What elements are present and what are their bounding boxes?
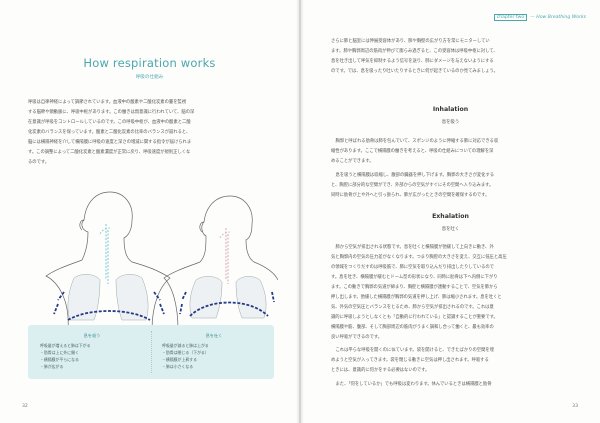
exhalation-title: Exhalation (432, 213, 469, 220)
body-line: めることができます。 (331, 159, 374, 164)
caption-panel: 息を吸う 呼吸量が増えると肺は下がる ・肋骨は上に外に開く ・横隔膜が平らになる… (28, 325, 274, 379)
caption-item: ・肺は小さくなる (162, 364, 194, 369)
chapter-tag: chapter two — How Breathing Works (493, 14, 586, 21)
body-line: ます。この動きで胸郭の気道が締まり、胸腔と横隔膜が連動することで、空気を肺から (331, 285, 498, 290)
right-page: chapter two — How Breathing Works さらに肺と脳室… (301, 0, 600, 423)
page-number: 33 (572, 404, 578, 409)
caption-item: ・横隔膜が平らになる (40, 357, 79, 362)
chapter-title: — How Breathing Works (530, 15, 586, 20)
inhale-caption-title: 息を吸う (83, 333, 101, 338)
caption-item: 呼吸量が減ると肺は上がる (162, 343, 209, 348)
body-line: す。息を吐き、横隔膜が緩むとドーム型の形状になり、同時に肋骨は下へ内側に下がり (331, 275, 498, 280)
exhale-lungs (179, 228, 275, 319)
body-line: 良い呼吸ができるのです。 (331, 335, 383, 340)
body-line: の領域をつくりだすのは呼吸筋で、肺に空気を取り込んだり排出したりしているので (331, 265, 494, 270)
inhale-lungs (53, 224, 165, 321)
inhale-figure (45, 191, 171, 330)
body-line: 縮性があります。ここで横隔膜の働きを考えると、呼吸の仕組みについての理解を深 (331, 149, 494, 154)
caption-item: ・肋骨は上に外に開く (40, 350, 79, 355)
left-page: How respiration works 呼吸の仕組み 呼吸は自律神経によって… (0, 0, 299, 423)
body-line: 同時に肋骨が上や外へと引っ張られ、肺が広がったときの空間を確保するのです。 (331, 193, 490, 198)
inhalation-subtitle: 息を吸う (441, 120, 460, 125)
intro-line: する脳幹や頸動脈に、呼吸中枢があります。この働きは無意識に行われていて、脳の深 (28, 110, 195, 115)
body-line: これは平らな呼吸を開くのに似ています。袋を開けると、できたばかりの空間を埋 (335, 348, 494, 353)
caption-item: ・肋骨は閉じる（下がる） (162, 350, 209, 355)
body-line: と、胸腔に部分的な空間ができ、外部からの空気がすぐにその空間へ入り込みます。 (331, 183, 494, 188)
page-subheading: 呼吸の仕組み (135, 75, 164, 80)
intro-line: 脳には横隔神経を介して横隔膜に呼吸の速度と深さの増減に関する指令が届けられま (28, 140, 192, 145)
breathing-illustration (45, 191, 278, 330)
body-line: 押し出します。弛緩した横隔膜が胸郭の気道を押し上げ、肺は縮小されます。息を吐くと (331, 295, 502, 300)
caption-item: 呼吸量が増えると肺は下がる (40, 343, 91, 348)
body-line: 胸郭と呼ばれる肋骨は肺を包んでいて、スポンジのように伸縮する肺に対応できる収 (335, 139, 499, 144)
intro-line: るのです。 (28, 160, 50, 165)
exhale-caption: 息を吐く 呼吸量が減ると肺は上がる ・肋骨は閉じる（下がる） ・横隔膜が上昇する… (162, 332, 266, 370)
inhale-caption: 息を吸う 呼吸量が増えると肺は下がる ・肋骨は上に外に開く ・横隔膜が平らになる… (40, 332, 144, 370)
body-line: また、「何をしているか」でも呼吸は変わります。休んでいるときは横隔膜と肋骨 (335, 382, 492, 387)
inhalation-title: Inhalation (432, 106, 469, 113)
intro-line: さらに肺と脳室には伸展受容体があり、肺や胸壁の広がり方を常にモニターしてい (331, 39, 490, 44)
intro-line: 息を吐き出して呼気を抑制するよう信号を送り、肺にダメージを与えないようにする (331, 59, 494, 64)
body-line: 気、外気の空気圧とバランスをとるため、肺から空気が排出されるのです。これは意 (331, 305, 494, 310)
body-line: ときには、意識的に何かをする必要はないのです。 (331, 368, 430, 373)
chapter-number: chapter two (493, 14, 528, 21)
exhalation-subtitle: 息を吐く (441, 227, 460, 232)
intro-line: 化炭素のバランスを保っています。酸素と二酸化炭素の比率のバランスが崩れると、 (28, 130, 191, 135)
body-line: 息を吸うと横隔膜は収縮し、腹部の臓器を押し下げます。胸郭の大きさが変化する (335, 173, 495, 178)
intro-line: 呼吸は自律神経によって調節されています。血液中の酸素や二酸化炭素の量を監視 (28, 100, 187, 105)
body-line: 気と胸郭内の空気の圧力差がなくなります。つまり胸腔の大きさを変え、交互に低圧と高… (331, 255, 507, 260)
intro-line: のです。では、息を吸ったり吐いたりするときに何が起きているのか見てみましょう。 (331, 69, 498, 74)
page-number: 32 (22, 404, 28, 409)
body-line: 識的に呼吸しようとしなくとも「自動的に行われている」と認識することが重要です。 (331, 315, 498, 320)
page-heading: How respiration works (83, 56, 216, 70)
body-line: 肺から空気が排出される状態です。息を吐くと横隔膜が弛緩して上向きに動き、外 (335, 245, 494, 250)
exhale-caption-title: 息を吐く (205, 333, 223, 338)
intro-line: ます。肺や胸郭周辺の筋肉が伸びて膨らみ過ぎると、この受容体は呼吸中枢に対して、 (331, 49, 498, 54)
caption-item: ・横隔膜が上昇する (162, 357, 198, 362)
intro-line: す。この調整によって二酸化炭素と酸素濃度が正常に戻り、呼吸速度が規則正しくな (28, 150, 191, 155)
book-gutter (296, 0, 304, 423)
body-line: 横隔膜や筋、腹部、そして胸部周辺の筋肉がうまく調和し合って働くと、最も効率の (331, 325, 494, 330)
intro-line: 在意識が呼吸をコントロールしているのです。この呼吸中枢が、血液中の酸素と二酸 (28, 120, 191, 125)
caption-divider (151, 331, 152, 373)
book-spread: How respiration works 呼吸の仕組み 呼吸は自律神経によって… (0, 0, 600, 423)
body-line: めようと空気が入ってきます。袋を閉じる動きに空気は押し出されます。呼吸する (331, 358, 489, 363)
caption-item: ・肺が広がる (40, 364, 64, 369)
